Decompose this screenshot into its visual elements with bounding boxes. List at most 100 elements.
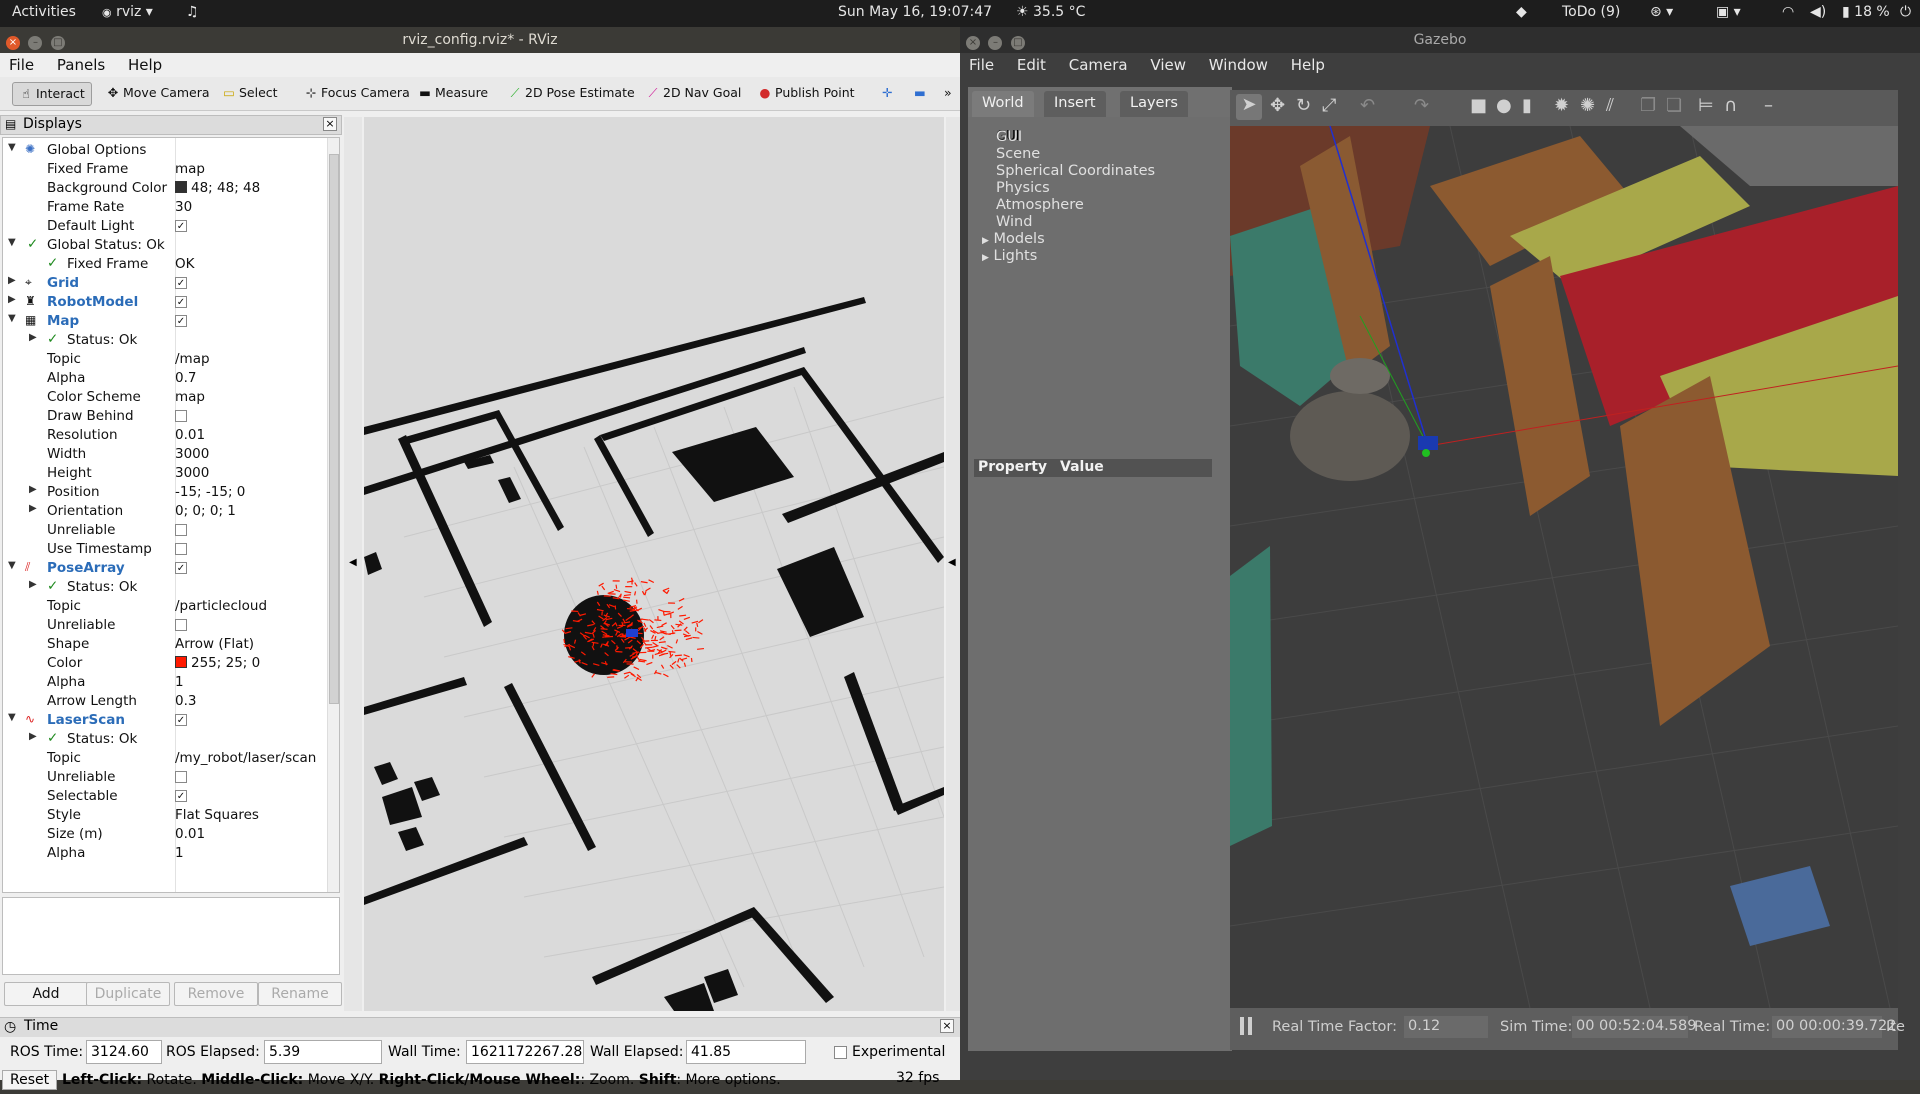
tree-row-pose-array[interactable]: ▼ ⫽ PoseArray ✓ [3, 559, 325, 578]
tree-row-use-timestamp[interactable]: Use Timestamp [3, 540, 325, 559]
tree-item-physics[interactable]: Physics [996, 180, 1050, 196]
arrow-length-value[interactable]: 0.3 [175, 693, 196, 709]
activities-button[interactable]: Activities [12, 4, 76, 20]
collapse-right-icon[interactable]: ◀ [948, 557, 956, 568]
experimental-checkbox[interactable] [834, 1046, 847, 1059]
tree-row-ls-alpha[interactable]: Alpha 1 [3, 844, 325, 863]
tree-item-spherical-coordinates[interactable]: Spherical Coordinates [996, 163, 1155, 179]
pose-array-topic-value[interactable]: /particlecloud [175, 598, 267, 614]
menu-edit[interactable]: Edit [1008, 53, 1055, 77]
time-panel-close-icon[interactable]: × [940, 1019, 954, 1033]
directional-light-icon[interactable]: ⫽ [1606, 95, 1614, 116]
accessibility-icon[interactable]: ⊛ ▾ [1650, 4, 1673, 20]
tree-row-color-scheme[interactable]: Color Scheme map [3, 388, 325, 407]
select-tool-button[interactable]: ▭Select [216, 82, 284, 106]
tab-layers[interactable]: Layers [1120, 91, 1188, 117]
clock[interactable]: Sun May 16, 19:07:47 [838, 4, 992, 20]
tree-row-global-options[interactable]: ▼ ✺ Global Options [3, 141, 325, 160]
tree-row-ls-unreliable[interactable]: Unreliable [3, 768, 325, 787]
tree-row-draw-behind[interactable]: Draw Behind [3, 407, 325, 426]
rotate-mode-icon[interactable]: ↻ [1296, 95, 1311, 116]
tree-row-style[interactable]: Style Flat Squares [3, 806, 325, 825]
tree-row-color[interactable]: Color 255; 25; 0 [3, 654, 325, 673]
shape-value[interactable]: Arrow (Flat) [175, 636, 254, 652]
tree-row-default-light[interactable]: Default Light ✓ [3, 217, 325, 236]
tree-item-scene[interactable]: Scene [996, 146, 1040, 162]
todo-indicator[interactable]: ToDo (9) [1562, 4, 1620, 20]
measure-tool-button[interactable]: ▬Measure [412, 82, 494, 106]
collapse-left-icon[interactable]: ◀ [349, 557, 357, 568]
pose-estimate-tool-button[interactable]: ⟋2D Pose Estimate [502, 82, 641, 106]
tree-row-gs-fixed-frame[interactable]: ✓ Fixed Frame OK [3, 255, 325, 274]
size-value[interactable]: 0.01 [175, 826, 205, 842]
tree-row-pa-topic[interactable]: Topic /particlecloud [3, 597, 325, 616]
menu-camera[interactable]: Camera [1060, 53, 1137, 77]
nav-goal-tool-button[interactable]: ⟋2D Nav Goal [640, 82, 747, 106]
menu-help[interactable]: Help [1282, 53, 1334, 77]
add-tool-plus-icon[interactable]: ✛ [876, 82, 898, 106]
pause-icon[interactable] [1240, 1017, 1252, 1035]
spot-light-icon[interactable]: ✺ [1580, 95, 1595, 116]
align-icon[interactable]: ⊨ [1698, 95, 1714, 116]
snap-icon[interactable]: ∩ [1724, 95, 1737, 116]
laser-scan-enabled-checkbox[interactable]: ✓ [175, 714, 187, 726]
tree-row-frame-rate[interactable]: Frame Rate 30 [3, 198, 325, 217]
toolbar-more-icon[interactable]: – [1764, 95, 1773, 116]
laser-scan-unreliable-checkbox[interactable] [175, 771, 187, 783]
tree-row-map-alpha[interactable]: Alpha 0.7 [3, 369, 325, 388]
discord-icon[interactable]: ◆ [1516, 4, 1527, 20]
tree-row-background-color[interactable]: Background Color 48; 48; 48 [3, 179, 325, 198]
background-color-value[interactable]: 48; 48; 48 [175, 180, 260, 196]
tree-row-grid[interactable]: ▶ ⌖ Grid ✓ [3, 274, 325, 293]
use-timestamp-checkbox[interactable] [175, 543, 187, 555]
tree-item-models[interactable]: ▶ Models [982, 231, 1045, 247]
scrollbar-thumb[interactable] [329, 154, 339, 704]
style-value[interactable]: Flat Squares [175, 807, 259, 823]
rviz-3d-viewport[interactable] [364, 117, 944, 1011]
draw-behind-checkbox[interactable] [175, 410, 187, 422]
ros-elapsed-field[interactable]: 5.39 [264, 1040, 382, 1064]
default-light-checkbox[interactable]: ✓ [175, 220, 187, 232]
tree-row-position[interactable]: ▶ Position -15; -15; 0 [3, 483, 325, 502]
translate-mode-icon[interactable]: ✥ [1270, 95, 1285, 116]
displays-scrollbar[interactable] [327, 138, 340, 893]
laser-scan-topic-value[interactable]: /my_robot/laser/scan [175, 750, 316, 766]
cylinder-shape-icon[interactable]: ▮ [1522, 95, 1532, 116]
tab-world[interactable]: World [972, 91, 1034, 117]
laser-scan-alpha-value[interactable]: 1 [175, 845, 184, 861]
tree-row-size[interactable]: Size (m) 0.01 [3, 825, 325, 844]
move-camera-tool-button[interactable]: ✥Move Camera [100, 82, 216, 106]
tree-row-width[interactable]: Width 3000 [3, 445, 325, 464]
left-dock-splitter[interactable]: ◀ [344, 117, 362, 1011]
sphere-shape-icon[interactable]: ● [1496, 95, 1512, 116]
tree-row-fixed-frame[interactable]: Fixed Frame map [3, 160, 325, 179]
paste-icon[interactable]: ❏ [1666, 95, 1682, 116]
tree-row-shape[interactable]: Shape Arrow (Flat) [3, 635, 325, 654]
menu-view[interactable]: View [1141, 53, 1195, 77]
headset-icon[interactable]: ♫ [186, 4, 199, 20]
pose-array-enabled-checkbox[interactable]: ✓ [175, 562, 187, 574]
scale-mode-icon[interactable]: ⤢ [1322, 95, 1336, 116]
tree-row-arrow-length[interactable]: Arrow Length 0.3 [3, 692, 325, 711]
tree-row-laser-scan[interactable]: ▼ ∿ LaserScan ✓ [3, 711, 325, 730]
tree-row-map[interactable]: ▼ ▦ Map ✓ [3, 312, 325, 331]
fixed-frame-value[interactable]: map [175, 161, 205, 177]
duplicate-display-button[interactable]: Duplicate [86, 982, 170, 1006]
tab-insert[interactable]: Insert [1044, 91, 1106, 117]
weather-indicator[interactable]: ☀ 35.5 °C [1016, 4, 1085, 20]
color-value[interactable]: 255; 25; 0 [175, 655, 260, 671]
tree-row-height[interactable]: Height 3000 [3, 464, 325, 483]
selectable-checkbox[interactable]: ✓ [175, 790, 187, 802]
tree-row-map-status[interactable]: ▶ ✓ Status: Ok [3, 331, 325, 350]
map-topic-value[interactable]: /map [175, 351, 210, 367]
add-display-button[interactable]: Add [4, 982, 88, 1006]
pose-array-unreliable-checkbox[interactable] [175, 619, 187, 631]
focus-camera-tool-button[interactable]: ⊹Focus Camera [298, 82, 416, 106]
box-shape-icon[interactable]: ■ [1470, 95, 1487, 116]
wifi-icon[interactable]: ◠ [1782, 4, 1794, 20]
interact-tool-button[interactable]: ☝Interact [12, 82, 92, 106]
tree-row-robot-model[interactable]: ▶ ♜ RobotModel ✓ [3, 293, 325, 312]
menu-file[interactable]: File [960, 53, 1003, 77]
right-dock-splitter[interactable]: ◀ [946, 117, 960, 1011]
tree-row-pa-alpha[interactable]: Alpha 1 [3, 673, 325, 692]
